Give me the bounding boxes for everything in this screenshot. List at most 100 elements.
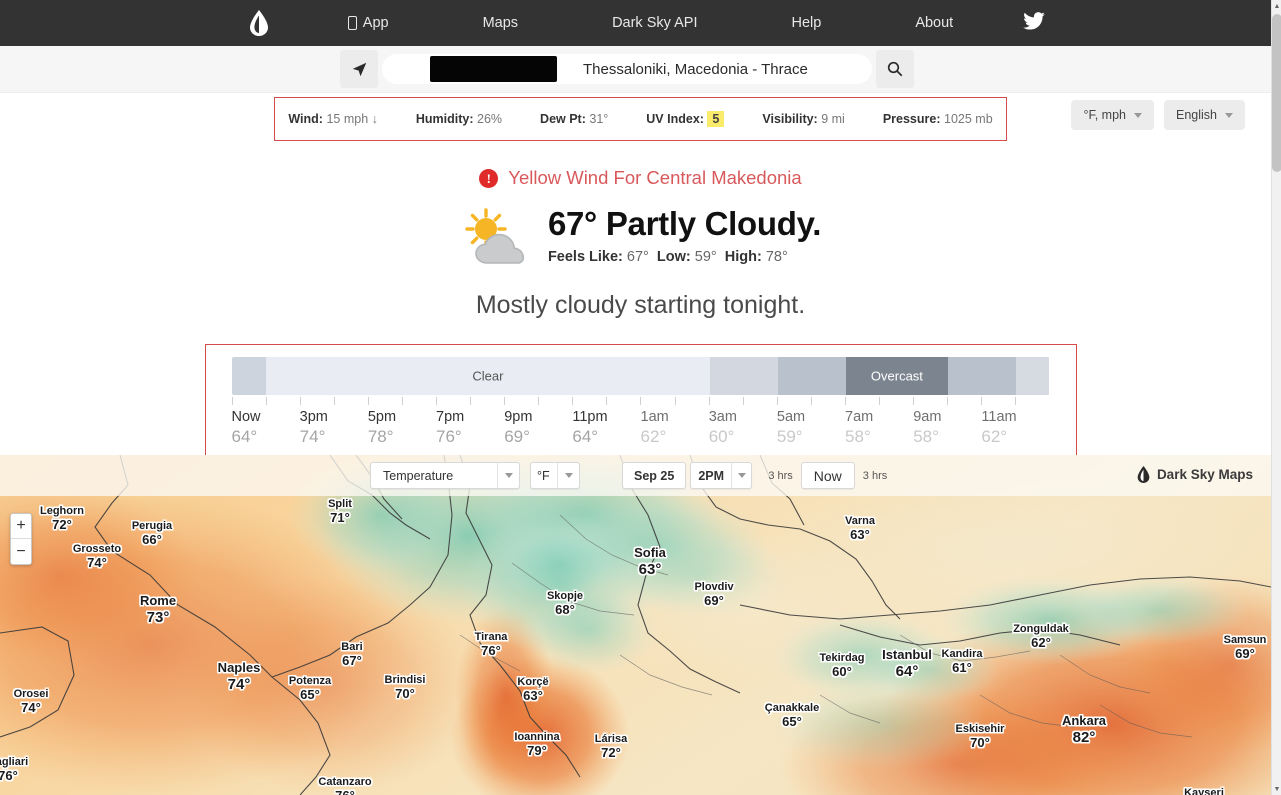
- hourly-time: 3pm: [299, 409, 328, 425]
- chevron-down-icon: [1134, 112, 1142, 118]
- search-cluster: Thessaloniki, Macedonia - Thrace: [340, 50, 914, 88]
- hourly-tick: [674, 397, 709, 405]
- map-zoom-in-button[interactable]: +: [11, 514, 31, 539]
- hourly-temp: 59°: [776, 427, 803, 446]
- uv-index-badge: 5: [707, 111, 725, 127]
- map-now-label: Now: [813, 467, 842, 484]
- map-now-button[interactable]: Now: [800, 462, 855, 489]
- scroll-up-arrow-icon[interactable]: ▲: [1272, 0, 1281, 12]
- conditions-bar: Wind: 15 mph ↓ Humidity: 26% Dew Pt: 31°…: [274, 97, 1007, 141]
- darksky-logo-icon[interactable]: [236, 10, 282, 36]
- map-toolbar-controls: Temperature °F Sep 25 2PM 3 hrs Now 3 hr…: [370, 462, 895, 489]
- hourly-time: 1am: [640, 409, 669, 425]
- chevron-down-icon: [497, 463, 519, 488]
- hourly-tick: [333, 397, 368, 405]
- hourly-column: 7am 58°: [845, 409, 913, 447]
- hourly-temp: 58°: [913, 427, 939, 446]
- hourly-tick: [844, 397, 879, 405]
- hourly-time: 5am: [776, 409, 806, 425]
- language-selector[interactable]: English: [1164, 100, 1245, 130]
- hourly-segment-2: [710, 357, 778, 395]
- hourly-segment-0: [231, 357, 266, 395]
- hourly-time: Now: [231, 409, 261, 425]
- page-root: App Maps Dark Sky API Help About Thessal…: [0, 0, 1281, 795]
- units-selector-label: °F, mph: [1083, 108, 1126, 122]
- map-unit-select[interactable]: °F: [530, 462, 580, 489]
- low-label: Low:: [656, 249, 691, 265]
- hourly-tick: [299, 397, 334, 405]
- nav-link-app-label: App: [362, 15, 389, 31]
- search-input[interactable]: Thessaloniki, Macedonia - Thrace: [382, 54, 872, 84]
- weather-map[interactable]: Temperature °F Sep 25 2PM 3 hrs Now 3 hr…: [0, 455, 1271, 795]
- search-icon: [887, 61, 903, 77]
- nav-link-maps[interactable]: Maps: [473, 15, 528, 31]
- map-date-value: Sep 25: [634, 468, 675, 483]
- hourly-tick: [504, 397, 538, 405]
- nav-link-help-label: Help: [791, 15, 822, 31]
- hourly-segment-1: Clear: [265, 357, 711, 395]
- page-scrollbar[interactable]: ▲ ▼: [1271, 0, 1281, 795]
- low-value: 59°: [694, 249, 717, 265]
- search-input-value: Thessaloniki, Macedonia - Thrace: [583, 60, 808, 78]
- darksky-maps-brand[interactable]: Dark Sky Maps: [1137, 466, 1253, 483]
- hourly-forecast[interactable]: Clear Overcast Now 64° 3pm 74° 5pm 78° 7pm 76° 9p…: [204, 344, 1077, 462]
- hourly-tick: [913, 397, 947, 405]
- hourly-tick: [1015, 397, 1049, 405]
- high-label: High:: [724, 249, 762, 265]
- condition-visibility: Visibility: 9 mi: [743, 112, 863, 126]
- map-zoom-out-button[interactable]: −: [11, 539, 31, 564]
- hourly-time: 7pm: [436, 409, 465, 425]
- hourly-column: 7pm 76°: [436, 409, 504, 447]
- map-toolbar: Temperature °F Sep 25 2PM 3 hrs Now 3 hr…: [0, 455, 1271, 496]
- current-temperature: 67°: [547, 205, 597, 242]
- forecast-summary: Mostly cloudy starting tonight.: [475, 291, 806, 319]
- nav-link-app[interactable]: App: [338, 15, 399, 31]
- hourly-tick: [878, 397, 913, 405]
- partly-cloudy-day-icon: [460, 207, 532, 269]
- map-step-forward-button[interactable]: 3 hrs: [855, 463, 895, 488]
- scrollbar-thumb[interactable]: [1272, 14, 1281, 172]
- map-time-select[interactable]: 2PM: [690, 462, 753, 489]
- partly-cloudy-day-svg: [465, 208, 525, 264]
- chevron-down-icon: [557, 463, 579, 488]
- weather-alert-text: Yellow Wind For Central Makedonia: [508, 167, 802, 188]
- hourly-column: 3pm 74°: [300, 409, 368, 447]
- hourly-temp: 58°: [845, 427, 871, 446]
- nav-link-help[interactable]: Help: [781, 15, 831, 31]
- hourly-time: 3am: [708, 409, 737, 425]
- hourly-labels: Now 64° 3pm 74° 5pm 78° 7pm 76° 9pm 69° 11pm 64° 1am…: [232, 409, 1050, 447]
- condition-humidity: Humidity: 26%: [397, 112, 521, 126]
- condition-wind-label: Wind:: [288, 112, 323, 126]
- current-text-block: 67° Partly Cloudy. Feels Like: 67° Low: …: [548, 203, 821, 265]
- map-unit-value: °F: [537, 468, 550, 483]
- hourly-time: 5pm: [367, 409, 397, 425]
- hourly-temp: 64°: [231, 427, 258, 446]
- nav-link-api[interactable]: Dark Sky API: [602, 15, 707, 31]
- hourly-condition-bar[interactable]: Clear Overcast: [231, 357, 1050, 395]
- weather-alert[interactable]: ! Yellow Wind For Central Makedonia: [0, 167, 1281, 189]
- navigation-arrow-icon[interactable]: [340, 50, 378, 88]
- redaction-block: [430, 56, 557, 82]
- search-button[interactable]: [876, 50, 914, 88]
- hourly-tick: [776, 397, 811, 405]
- condition-pressure-value: 1025 mb: [944, 112, 993, 126]
- hourly-tick: [947, 397, 981, 405]
- nav-link-about[interactable]: About: [905, 15, 963, 31]
- hourly-segment-6: [1015, 357, 1050, 395]
- scroll-down-arrow-icon[interactable]: ▼: [1272, 783, 1281, 795]
- chevron-down-icon: [731, 463, 751, 488]
- hourly-time: 11pm: [572, 409, 608, 425]
- nav-link-about-label: About: [915, 15, 954, 31]
- map-step-back-button[interactable]: 3 hrs: [760, 463, 800, 488]
- nav-link-api-label: Dark Sky API: [612, 15, 698, 31]
- hourly-tick: [367, 397, 402, 405]
- hourly-tick: [708, 397, 743, 405]
- condition-pressure: Pressure: 1025 mb: [864, 112, 1012, 126]
- twitter-icon[interactable]: [1023, 11, 1046, 35]
- units-selector[interactable]: °F, mph: [1071, 100, 1154, 130]
- hourly-segment-label: Clear: [472, 368, 504, 384]
- condition-uvindex: UV Index: 5: [627, 111, 743, 127]
- map-layer-value: Temperature: [383, 468, 454, 483]
- map-layer-select[interactable]: Temperature: [370, 462, 520, 489]
- map-date-button[interactable]: Sep 25: [622, 462, 687, 489]
